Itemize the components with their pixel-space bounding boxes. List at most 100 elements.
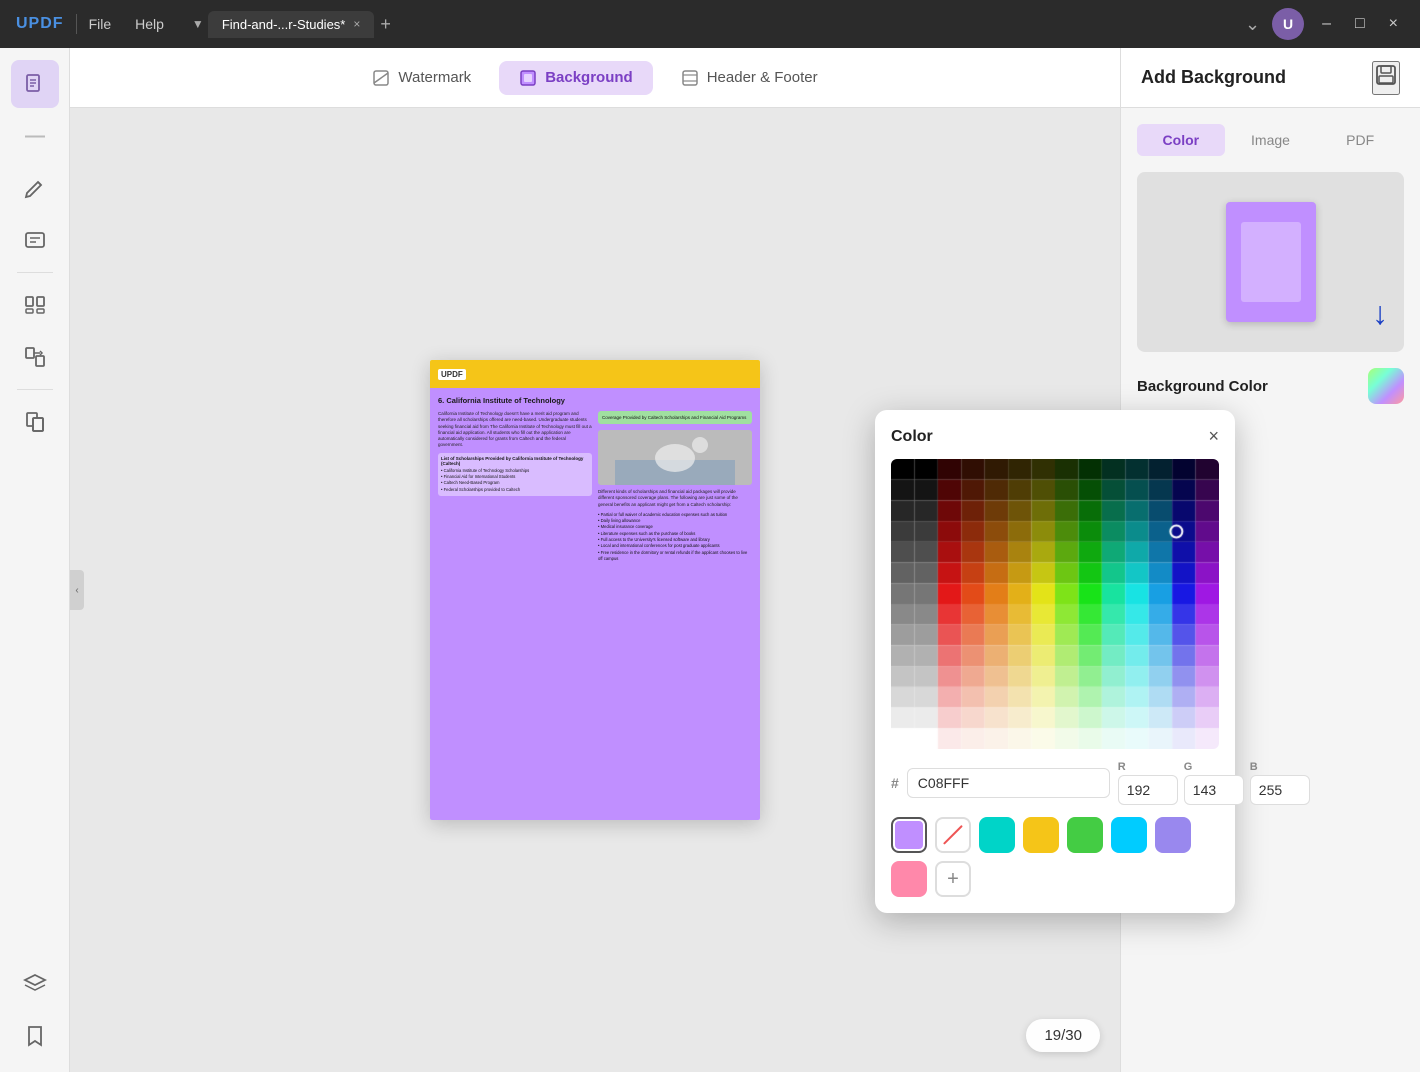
- swatch-none[interactable]: [935, 817, 971, 853]
- menu-help[interactable]: Help: [135, 16, 164, 32]
- layers-icon: [23, 972, 47, 996]
- watermark-icon: [372, 69, 390, 87]
- watermark-btn[interactable]: Watermark: [352, 61, 491, 95]
- convert-icon: [23, 345, 47, 369]
- close-btn[interactable]: ×: [1383, 15, 1404, 33]
- tab-pdf[interactable]: PDF: [1316, 124, 1404, 156]
- b-input[interactable]: [1250, 775, 1310, 805]
- r-input[interactable]: [1118, 775, 1178, 805]
- chevron-down-icon[interactable]: ⌄: [1245, 14, 1260, 35]
- sidebar-item-organize[interactable]: [11, 281, 59, 329]
- titlebar: UPDF File Help ▼ Find-and-...r-Studies* …: [0, 0, 1420, 48]
- background-icon: [519, 69, 537, 87]
- hex-label: #: [891, 775, 899, 791]
- avatar[interactable]: U: [1272, 8, 1304, 40]
- sidebar-item-bookmark[interactable]: [11, 1012, 59, 1060]
- menu-bar: File Help: [89, 16, 164, 32]
- extract-icon: [23, 410, 47, 434]
- pdf-header: UPDF: [430, 360, 760, 388]
- organize-icon: [23, 293, 47, 317]
- color-picker-header: Color ×: [891, 426, 1219, 447]
- sidebar-item-edit[interactable]: [11, 164, 59, 212]
- hex-input[interactable]: [907, 768, 1110, 798]
- annotate-icon: [23, 228, 47, 252]
- preview-page-inner: [1241, 222, 1301, 302]
- header-footer-icon: [681, 69, 699, 87]
- panel-color-label: Background Color: [1137, 368, 1404, 404]
- g-input[interactable]: [1184, 775, 1244, 805]
- tab-bar: ▼ Find-and-...r-Studies* × +: [192, 11, 391, 38]
- g-group: G: [1184, 761, 1244, 805]
- minimize-btn[interactable]: –: [1316, 15, 1337, 33]
- active-tab[interactable]: Find-and-...r-Studies* ×: [208, 11, 375, 38]
- tab-dropdown-icon[interactable]: ▼: [192, 17, 204, 31]
- sidebar-item-read[interactable]: [11, 60, 59, 108]
- new-tab-btn[interactable]: +: [380, 14, 391, 35]
- collapse-panel-btn[interactable]: ‹: [70, 570, 84, 610]
- panel-tabs: Color Image PDF: [1137, 124, 1404, 156]
- pdf-logo: UPDF: [438, 369, 466, 380]
- b-label: B: [1250, 761, 1310, 773]
- sidebar-item-annotate[interactable]: [11, 216, 59, 264]
- sidebar-item-layers[interactable]: [11, 960, 59, 1008]
- divider-icon: [25, 135, 45, 138]
- menu-file[interactable]: File: [89, 16, 112, 32]
- tab-color[interactable]: Color: [1137, 124, 1225, 156]
- header-footer-label: Header & Footer: [707, 69, 818, 86]
- maximize-btn[interactable]: □: [1349, 15, 1371, 33]
- color-gradient-area[interactable]: [891, 459, 1219, 749]
- pdf-left-col: California Institute of Technology doesn…: [438, 411, 592, 562]
- sidebar-item-extract[interactable]: [11, 398, 59, 446]
- pdf-body: 6. California Institute of Technology Ca…: [430, 388, 760, 820]
- swatches-row: +: [891, 817, 1219, 897]
- pdf-right-col: Coverage Provided by Caltech Scholarship…: [598, 411, 752, 562]
- tab-close-btn[interactable]: ×: [353, 17, 360, 31]
- color-swatch-picker-btn[interactable]: [1368, 368, 1404, 404]
- titlebar-right: ⌄ U – □ ×: [1245, 8, 1404, 40]
- divider-1: [76, 14, 77, 34]
- edit-icon: [23, 176, 47, 200]
- r-group: R: [1118, 761, 1178, 805]
- sidebar-item-convert[interactable]: [11, 333, 59, 381]
- swatch-cyan[interactable]: [1111, 817, 1147, 853]
- pdf-list-title: List of Scholarships Provided by Califor…: [441, 456, 589, 466]
- pdf-columns: California Institute of Technology doesn…: [438, 411, 752, 562]
- watermark-label: Watermark: [398, 69, 471, 86]
- b-group: B: [1250, 761, 1310, 805]
- app-logo: UPDF: [16, 15, 64, 33]
- pdf-body-text: California Institute of Technology doesn…: [438, 411, 592, 449]
- panel-preview: ↓: [1137, 172, 1404, 352]
- panel-save-btn[interactable]: [1372, 61, 1400, 95]
- header-footer-btn[interactable]: Header & Footer: [661, 61, 838, 95]
- color-picker-close-btn[interactable]: ×: [1208, 426, 1219, 447]
- tab-image[interactable]: Image: [1227, 124, 1315, 156]
- tab-label: Find-and-...r-Studies*: [222, 17, 346, 32]
- swatch-lavender[interactable]: [1155, 817, 1191, 853]
- swatch-green[interactable]: [1067, 817, 1103, 853]
- read-icon: [23, 72, 47, 96]
- swatch-add-btn[interactable]: +: [935, 861, 971, 897]
- pdf-right-text: Different kinds of scholarships and fina…: [598, 489, 752, 508]
- swatch-yellow[interactable]: [1023, 817, 1059, 853]
- background-btn[interactable]: Background: [499, 61, 653, 95]
- pdf-coverage-box: Coverage Provided by Caltech Scholarship…: [598, 411, 752, 424]
- pdf-image-1: [598, 430, 752, 485]
- save-icon: [1374, 63, 1398, 87]
- swatch-teal[interactable]: [979, 817, 1015, 853]
- color-canvas[interactable]: [891, 459, 1219, 749]
- swatch-purple[interactable]: [891, 817, 927, 853]
- background-label: Background: [545, 69, 633, 86]
- hex-row: # R G B: [891, 761, 1219, 805]
- panel-title: Add Background: [1141, 67, 1286, 88]
- preview-page: [1226, 202, 1316, 322]
- pdf-image-svg: [598, 430, 752, 485]
- pdf-list-box: List of Scholarships Provided by Califor…: [438, 453, 592, 496]
- color-picker-title: Color: [891, 428, 933, 446]
- sidebar-divider-2: [17, 389, 53, 390]
- swatch-pink[interactable]: [891, 861, 927, 897]
- sidebar-divider-1: [17, 272, 53, 273]
- pdf-page: UPDF 6. California Institute of Technolo…: [430, 360, 760, 820]
- toolbar: Watermark Background Header & Footer: [70, 48, 1120, 108]
- color-picker-popup: Color × # R G B: [875, 410, 1235, 913]
- page-number-badge: 19/30: [1026, 1019, 1100, 1052]
